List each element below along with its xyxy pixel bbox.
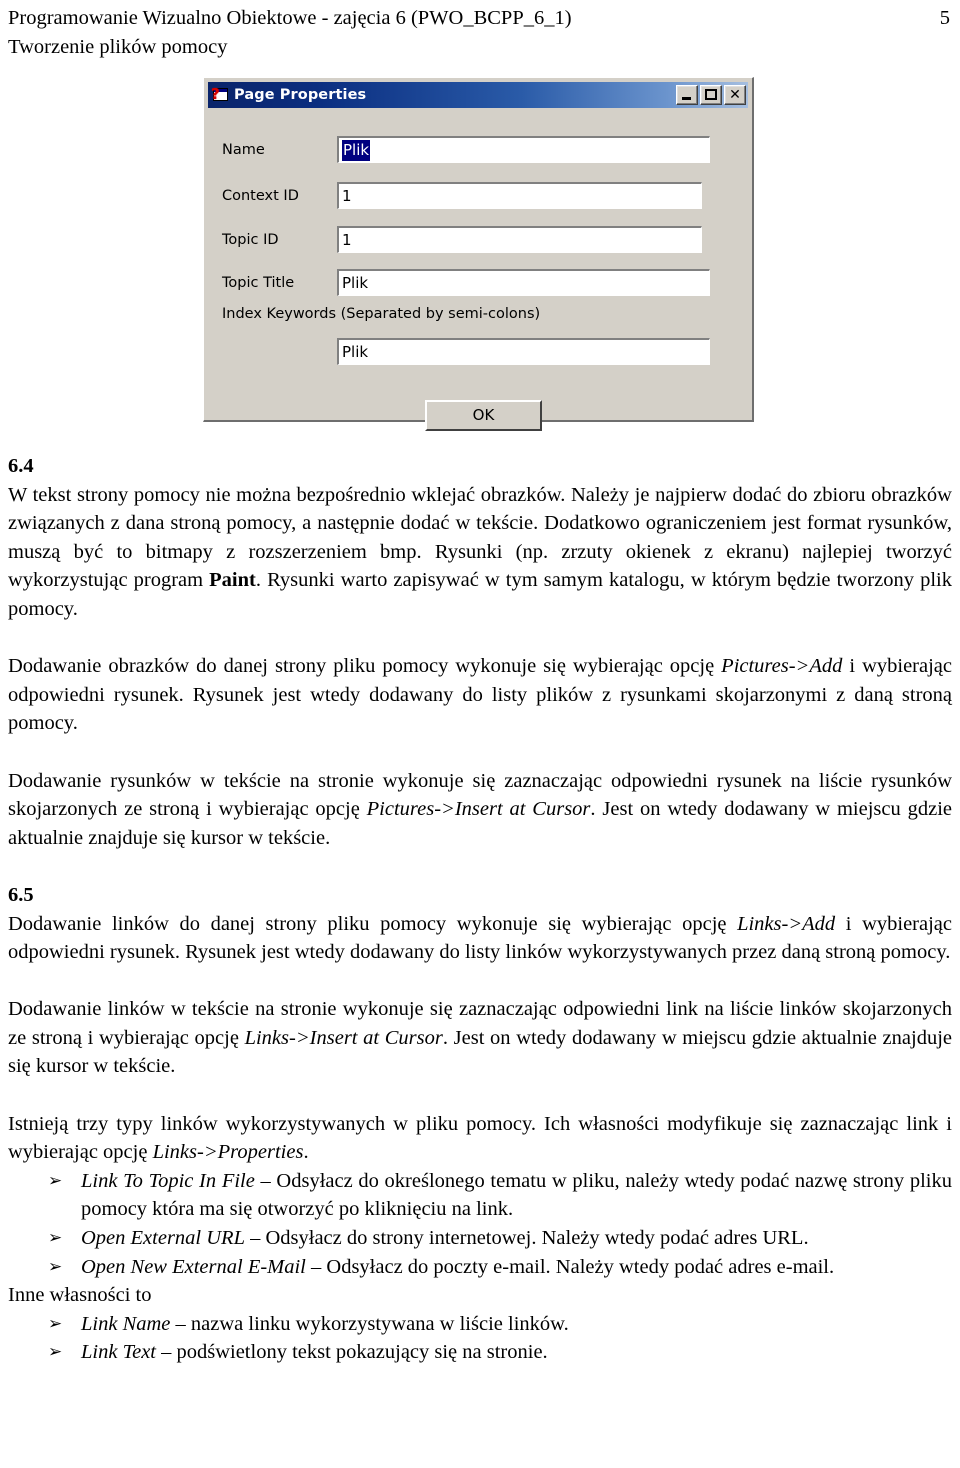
other-properties-heading: Inne własności to — [8, 1284, 152, 1307]
page-header: Programowanie Wizualno Obiektowe - zajęc… — [8, 4, 952, 62]
name-label: Name — [222, 142, 265, 158]
topic-id-input-value: 1 — [342, 231, 352, 249]
close-button[interactable]: ✕ — [724, 85, 746, 105]
arrow-bullet-icon: ➢ — [48, 1170, 63, 1191]
paragraph-6-4-3: Dodawanie rysunków w tekście na stronie … — [8, 767, 952, 853]
list-item: ➢ Open External URL – Odsyłacz do strony … — [8, 1224, 952, 1253]
maximize-button[interactable] — [700, 85, 722, 105]
index-keywords-input-value: Plik — [342, 343, 369, 361]
other-prop-desc: – nazwa linku wykorzystywana w liście li… — [170, 1312, 569, 1335]
paragraph-6-5-2: Dodawanie linków w tekście na stronie wy… — [8, 995, 952, 1081]
paragraph-6-4-1: W tekst strony pomocy nie można bezpośre… — [8, 481, 952, 624]
name-input[interactable]: Plik — [337, 136, 710, 163]
field-row-topic-title: Topic Title Plik — [208, 269, 748, 297]
p651-text-a: Dodawanie linków do danej strony pliku p… — [8, 912, 738, 935]
topic-id-input[interactable]: 1 — [337, 226, 702, 253]
arrow-bullet-icon: ➢ — [48, 1342, 63, 1363]
dialog-title: Page Properties — [234, 87, 367, 103]
name-input-value: Plik — [342, 140, 371, 161]
arrow-bullet-icon: ➢ — [48, 1256, 63, 1277]
p651-italic-links-add: Links->Add — [737, 912, 836, 935]
other-prop-term: Link Name — [81, 1312, 171, 1335]
p653-text-b: . — [303, 1141, 309, 1164]
section-number-6-4: 6.4 — [8, 455, 34, 477]
p642-italic-pictures-add: Pictures->Add — [721, 655, 843, 678]
page-properties-dialog: ? Page Properties ✕ Name Plik Context ID — [203, 77, 754, 431]
list-item: ➢ Link To Topic In File – Odsyłacz do okr… — [8, 1167, 952, 1224]
link-type-desc: – Odsyłacz do strony internetowej. Należ… — [244, 1227, 809, 1250]
close-icon: ✕ — [729, 87, 741, 103]
dialog-inner-frame: ? Page Properties ✕ Name Plik Context ID — [205, 79, 751, 431]
paragraph-6-5-3: Istnieją trzy typy linków wykorzystywany… — [8, 1110, 952, 1167]
p653-italic-links-properties: Links->Properties — [152, 1141, 304, 1164]
list-item: ➢ Open New External E-Mail – Odsyłacz do … — [8, 1253, 952, 1282]
p641-bold-paint: Paint — [209, 569, 256, 592]
list-item: ➢ Link Text – podświetlony tekst pokazują… — [8, 1338, 952, 1367]
context-id-label: Context ID — [222, 188, 299, 204]
field-row-topic-id: Topic ID 1 — [208, 226, 748, 254]
dialog-titlebar: ? Page Properties ✕ — [208, 82, 748, 108]
list-item: ➢ Link Name – nazwa linku wykorzystywana … — [8, 1310, 952, 1339]
other-prop-desc: – podświetlony tekst pokazujący się na s… — [155, 1341, 548, 1364]
dialog-body: Name Plik Context ID 1 Topic ID 1 Topic … — [208, 110, 748, 431]
topic-title-input[interactable]: Plik — [337, 269, 710, 296]
window-controls: ✕ — [676, 85, 746, 105]
other-prop-term: Link Text — [81, 1341, 156, 1364]
index-keywords-input[interactable]: Plik — [337, 338, 710, 365]
document-title: Programowanie Wizualno Obiektowe - zajęc… — [8, 7, 572, 29]
document-subtitle: Tworzenie plików pomocy — [8, 36, 228, 58]
link-type-term: Link To Topic In File — [81, 1169, 255, 1192]
link-type-term: Open New External E-Mail — [81, 1255, 306, 1278]
minimize-button[interactable] — [676, 85, 698, 105]
header-title-row: Programowanie Wizualno Obiektowe - zajęc… — [8, 4, 952, 33]
help-question-window-icon: ? — [211, 87, 229, 103]
ok-button[interactable]: OK — [425, 400, 542, 431]
page-number: 5 — [939, 7, 950, 29]
link-types-list: ➢ Link To Topic In File – Odsyłacz do okr… — [8, 1167, 952, 1281]
index-keywords-label: Index Keywords (Separated by semi-colons… — [222, 306, 541, 322]
topic-title-input-value: Plik — [342, 274, 369, 292]
topic-title-label: Topic Title — [222, 275, 295, 291]
p653-text-a: Istnieją trzy typy linków wykorzystywany… — [8, 1112, 952, 1164]
link-type-term: Open External URL — [81, 1227, 245, 1250]
p652-italic-links-insert: Links->Insert at Cursor — [244, 1026, 443, 1049]
other-properties-list: ➢ Link Name – nazwa linku wykorzystywana … — [8, 1310, 952, 1367]
arrow-bullet-icon: ➢ — [48, 1313, 63, 1334]
arrow-bullet-icon: ➢ — [48, 1228, 63, 1249]
paragraph-6-5-1: Dodawanie linków do danej strony pliku p… — [8, 910, 952, 967]
section-number-6-5: 6.5 — [8, 883, 34, 906]
context-id-input-value: 1 — [342, 187, 352, 205]
field-row-context-id: Context ID 1 — [208, 182, 748, 210]
document-body: 6.4 W tekst strony pomocy nie można bezp… — [8, 452, 952, 1367]
context-id-input[interactable]: 1 — [337, 182, 702, 209]
topic-id-label: Topic ID — [222, 232, 279, 248]
link-type-desc: – Odsyłacz do poczty e-mail. Należy wted… — [305, 1255, 835, 1278]
p642-text-a: Dodawanie obrazków do danej strony pliku… — [8, 655, 722, 678]
p643-italic-pictures-insert: Pictures->Insert at Cursor — [366, 798, 591, 821]
paragraph-6-4-2: Dodawanie obrazków do danej strony pliku… — [8, 652, 952, 738]
field-row-name: Name Plik — [208, 136, 748, 164]
